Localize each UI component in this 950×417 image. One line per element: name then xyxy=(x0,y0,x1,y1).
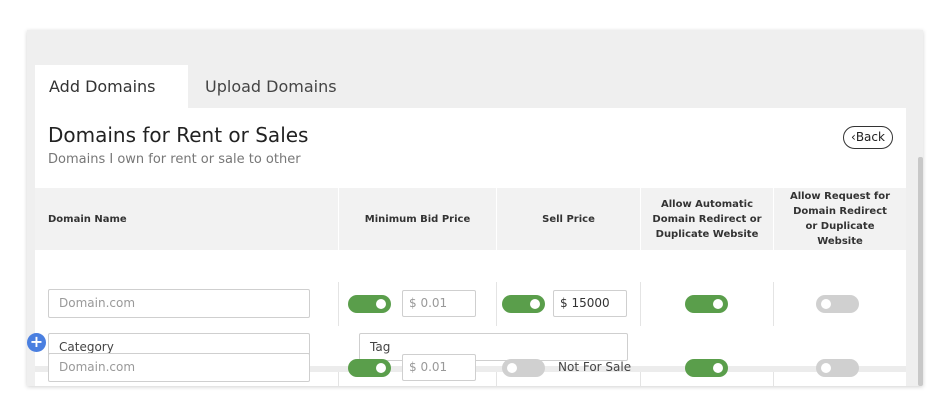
domain-input[interactable]: Domain.com xyxy=(48,289,310,318)
allow-auto-toggle[interactable] xyxy=(685,295,728,313)
divider xyxy=(640,372,641,386)
domain-input[interactable]: Domain.com xyxy=(48,353,310,382)
divider xyxy=(496,282,497,326)
divider xyxy=(773,372,774,386)
divider xyxy=(338,372,339,386)
not-for-sale-label: Not For Sale xyxy=(558,360,632,374)
toggle-knob xyxy=(376,363,386,373)
toggle-knob xyxy=(376,299,386,309)
divider xyxy=(496,372,497,386)
page-subtitle: Domains I own for rent or sale to other xyxy=(48,152,301,167)
header-sell-price: Sell Price xyxy=(497,188,640,250)
min-bid-toggle[interactable] xyxy=(348,295,391,313)
scrollbar[interactable] xyxy=(918,157,923,386)
toggle-knob xyxy=(821,299,831,309)
page-title: Domains for Rent or Sales xyxy=(48,123,309,147)
page: Add Domains Upload Domains Domains for R… xyxy=(0,0,950,417)
back-button[interactable]: ‹Back xyxy=(843,126,893,149)
toggle-knob xyxy=(530,299,540,309)
toggle-knob xyxy=(507,363,517,373)
allow-auto-toggle[interactable] xyxy=(685,359,728,377)
domains-card: Add Domains Upload Domains Domains for R… xyxy=(27,30,923,386)
tag-input[interactable]: Tag xyxy=(359,333,628,361)
divider xyxy=(773,282,774,326)
toggle-knob xyxy=(713,299,723,309)
back-button-label: Back xyxy=(855,130,885,144)
domains-panel: Domains for Rent or Sales Domains I own … xyxy=(35,108,906,386)
plus-icon: + xyxy=(29,332,44,351)
toggle-knob xyxy=(713,363,723,373)
tab-add-domains[interactable]: Add Domains xyxy=(35,65,188,108)
toggle-knob xyxy=(821,363,831,373)
allow-request-toggle[interactable] xyxy=(816,359,859,377)
divider xyxy=(338,282,339,326)
sell-price-toggle[interactable] xyxy=(502,359,545,377)
sell-price-toggle[interactable] xyxy=(502,295,545,313)
sell-price-input[interactable]: $ 15000 xyxy=(553,290,627,317)
min-bid-input[interactable]: $ 0.01 xyxy=(402,354,476,381)
add-row-button[interactable]: + xyxy=(27,333,46,352)
divider xyxy=(640,282,641,326)
min-bid-input[interactable]: $ 0.01 xyxy=(402,290,476,317)
allow-request-toggle[interactable] xyxy=(816,295,859,313)
header-allow-request: Allow Request for Domain Redirect or Dup… xyxy=(774,188,906,250)
min-bid-toggle[interactable] xyxy=(348,359,391,377)
header-domain-name: Domain Name xyxy=(35,188,338,250)
header-min-bid: Minimum Bid Price xyxy=(339,188,496,250)
header-allow-auto: Allow Automatic Domain Redirect or Dupli… xyxy=(641,188,773,250)
tab-upload-domains[interactable]: Upload Domains xyxy=(191,65,381,108)
